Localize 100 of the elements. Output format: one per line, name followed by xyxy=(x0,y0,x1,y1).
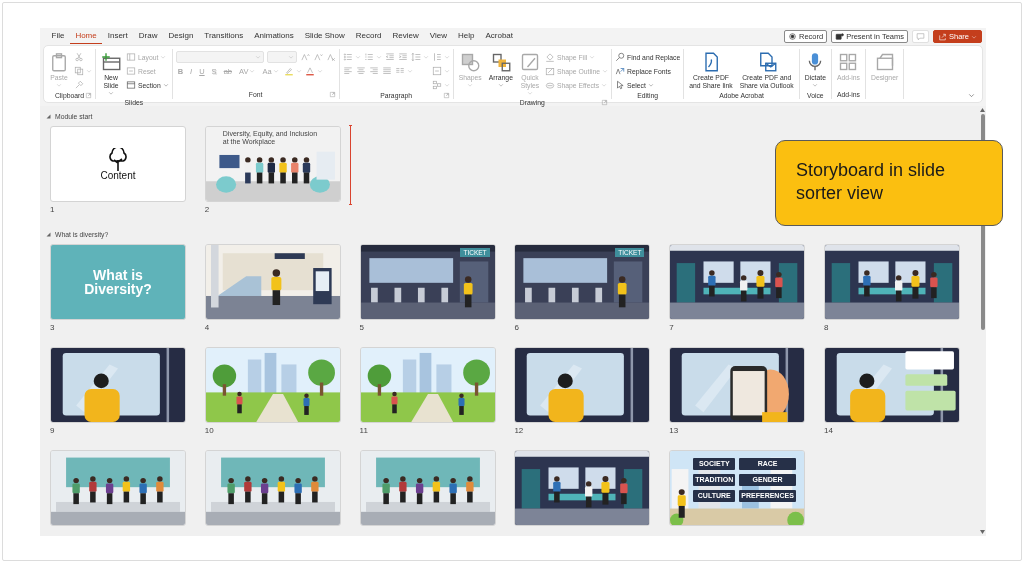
caret-icon xyxy=(272,68,279,74)
paint-bucket-icon xyxy=(544,52,555,62)
layout-icon xyxy=(126,52,136,62)
align-text-icon xyxy=(431,66,442,76)
caret-icon xyxy=(162,82,169,88)
ribbon-tab[interactable]: Home xyxy=(69,29,103,44)
caret-icon xyxy=(249,68,256,74)
slide-thumbnail[interactable] xyxy=(669,244,806,320)
expanded-triangle-icon[interactable] xyxy=(46,231,51,237)
slide-thumbnail[interactable] xyxy=(824,244,960,320)
caret-icon xyxy=(467,82,474,88)
caret-icon xyxy=(602,68,608,74)
ribbon-tab[interactable]: Animations xyxy=(248,29,300,44)
quick-styles-icon xyxy=(519,52,540,72)
designer-icon xyxy=(874,52,895,72)
slide-thumbnail[interactable] xyxy=(204,244,341,320)
slide-thumbnail[interactable] xyxy=(514,244,651,320)
slide-thumbnail[interactable] xyxy=(204,126,341,202)
slide-thumbnail[interactable] xyxy=(359,347,496,423)
callout-note: Storyboard in slide sorter view xyxy=(775,140,1003,226)
slide-number: 8 xyxy=(824,323,830,333)
caret-icon xyxy=(406,68,413,74)
ribbon-tab[interactable]: Slide Show xyxy=(299,29,351,44)
slide-thumbnail[interactable] xyxy=(824,347,960,423)
ribbon-tab[interactable]: View xyxy=(424,29,453,44)
slide-number: 12 xyxy=(514,426,525,436)
paintbrush-icon xyxy=(74,80,84,90)
font-color-icon xyxy=(304,66,315,76)
section-icon xyxy=(126,80,136,90)
chevron-down-icon xyxy=(967,91,976,100)
slide-number: 7 xyxy=(669,323,675,333)
text-direction-icon xyxy=(431,52,442,62)
caret-icon xyxy=(647,82,654,88)
tree-logo-icon xyxy=(108,147,128,172)
dialog-launcher-icon xyxy=(601,99,608,106)
expanded-triangle-icon[interactable] xyxy=(46,113,51,119)
caret-icon xyxy=(160,54,167,60)
shape-outline-icon xyxy=(544,66,555,76)
caret-icon xyxy=(86,68,92,74)
smartart-icon xyxy=(431,80,442,90)
caret-icon xyxy=(443,68,450,74)
slide-thumbnail[interactable] xyxy=(359,244,496,320)
slide-number: 5 xyxy=(359,323,366,333)
reset-icon xyxy=(126,66,136,76)
slide-title: What is Diversity? xyxy=(83,268,153,296)
ribbon-tab[interactable]: Transitions xyxy=(198,29,249,44)
slide-thumbnail[interactable]: Content xyxy=(50,126,186,202)
slide-number: 6 xyxy=(514,323,520,333)
ribbon-tab[interactable]: Draw xyxy=(133,29,163,44)
ribbon-tab[interactable]: File xyxy=(46,29,70,44)
shape-effects-icon xyxy=(544,80,555,90)
slide-number: 13 xyxy=(669,426,680,436)
clear-formatting-icon xyxy=(325,52,336,62)
ribbon-tab[interactable]: Review xyxy=(387,29,425,44)
scroll-down-icon[interactable] xyxy=(980,530,985,534)
ribbon-tab[interactable]: Help xyxy=(452,29,480,44)
ribbon-tab[interactable]: Acrobat xyxy=(479,29,519,44)
ribbon-tab[interactable]: Record xyxy=(350,29,388,44)
bullets-icon xyxy=(342,52,353,62)
increase-indent-icon xyxy=(397,52,408,62)
ribbon-tab[interactable]: Design xyxy=(162,29,199,44)
slide-thumbnail[interactable] xyxy=(669,347,806,423)
shapes-icon xyxy=(460,52,481,72)
share-icon xyxy=(938,32,947,41)
teams-icon xyxy=(835,32,845,41)
scroll-up-icon[interactable] xyxy=(980,108,985,112)
slide-thumbnail[interactable] xyxy=(514,347,651,423)
slide-thumbnail[interactable] xyxy=(204,450,341,526)
logo-text: Content xyxy=(100,169,136,181)
caret-icon xyxy=(422,54,429,60)
slide-number: 4 xyxy=(204,323,211,333)
slide-thumbnail[interactable] xyxy=(204,347,341,423)
copy-icon xyxy=(74,66,84,76)
ribbon-tab[interactable]: Insert xyxy=(102,29,134,44)
slide-number: 9 xyxy=(50,426,56,436)
caret-icon xyxy=(295,68,302,74)
line-spacing-icon xyxy=(410,52,421,62)
slide-number: 14 xyxy=(824,426,834,436)
caret-icon xyxy=(56,82,62,88)
cursor-icon xyxy=(615,80,625,90)
slide-thumbnail[interactable] xyxy=(514,450,651,526)
highlighter-icon xyxy=(283,66,294,76)
caret-icon xyxy=(443,54,450,60)
slide-thumbnail[interactable] xyxy=(50,450,186,526)
search-icon xyxy=(615,52,625,62)
columns-icon xyxy=(394,66,405,76)
justify-icon xyxy=(381,66,392,76)
numbering-icon xyxy=(363,52,374,62)
dialog-launcher-icon xyxy=(442,91,450,99)
slide-thumbnail[interactable] xyxy=(50,347,186,423)
caret-icon xyxy=(589,54,596,60)
arrange-icon xyxy=(490,52,511,72)
dialog-launcher-icon xyxy=(85,91,92,99)
caret-icon xyxy=(287,54,294,60)
caret-icon xyxy=(497,82,504,88)
slide-number: 1 xyxy=(50,205,56,215)
caret-icon xyxy=(375,54,382,60)
slide-thumbnail[interactable] xyxy=(359,450,496,526)
caret-icon xyxy=(812,82,819,88)
caret-icon xyxy=(601,82,608,88)
